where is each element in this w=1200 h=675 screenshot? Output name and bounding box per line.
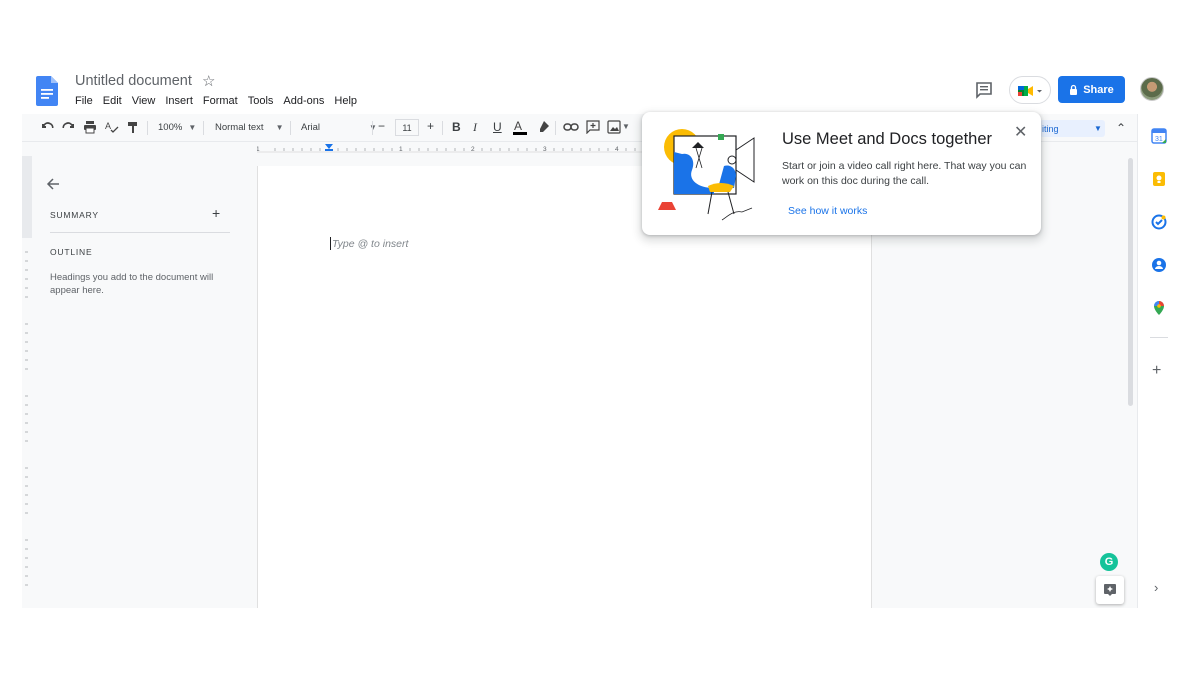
chevron-down-icon: ▼ bbox=[275, 123, 284, 132]
chevron-down-icon: ▼ bbox=[188, 123, 197, 132]
meet-promo-popup: Use Meet and Docs together Start or join… bbox=[642, 112, 1041, 235]
explore-button[interactable] bbox=[1096, 576, 1124, 604]
meet-icon bbox=[1018, 86, 1042, 96]
font-size-input[interactable]: 11 bbox=[395, 119, 419, 136]
meet-illustration bbox=[658, 129, 755, 221]
ruler-label: 1 bbox=[257, 146, 260, 153]
calendar-icon[interactable]: 31 bbox=[1151, 128, 1167, 144]
toolbar-separator bbox=[442, 121, 443, 135]
lock-icon bbox=[1070, 84, 1078, 95]
toolbar-separator bbox=[372, 121, 373, 135]
meet-button[interactable] bbox=[1009, 76, 1051, 104]
font-size-value: 11 bbox=[402, 122, 412, 133]
svg-text:A: A bbox=[105, 121, 111, 131]
style-value: Normal text bbox=[215, 122, 264, 133]
add-comment-icon[interactable] bbox=[586, 120, 600, 134]
comment-icon[interactable] bbox=[974, 80, 994, 100]
chevron-down-icon: ▼ bbox=[1094, 124, 1102, 133]
plus-icon[interactable]: + bbox=[1152, 362, 1161, 380]
popup-description: Start or join a video call right here. T… bbox=[782, 160, 1027, 187]
ruler-label: 2 bbox=[471, 146, 475, 153]
side-divider bbox=[1150, 337, 1168, 338]
summary-heading: SUMMARY bbox=[50, 210, 99, 220]
insert-placeholder: Type @ to insert bbox=[332, 238, 409, 250]
vertical-ruler bbox=[22, 156, 32, 586]
document-title[interactable]: Untitled document bbox=[75, 73, 192, 89]
text-cursor bbox=[330, 237, 331, 250]
text-color-icon[interactable]: A bbox=[512, 118, 528, 136]
menu-addons[interactable]: Add-ons bbox=[283, 95, 324, 107]
italic-icon[interactable]: I bbox=[473, 120, 477, 135]
scroll-thumb[interactable] bbox=[1128, 158, 1133, 406]
image-icon[interactable] bbox=[607, 120, 621, 134]
keep-icon[interactable] bbox=[1151, 171, 1167, 187]
chevron-right-icon[interactable]: › bbox=[1154, 580, 1158, 595]
increase-font-size-button[interactable]: + bbox=[427, 119, 434, 133]
toolbar-separator bbox=[555, 121, 556, 135]
panel-divider bbox=[50, 232, 230, 233]
zoom-select[interactable]: 100% ▼ bbox=[158, 122, 196, 133]
font-select[interactable]: Arial▼ bbox=[301, 122, 377, 133]
style-select[interactable]: Normal text ▼ bbox=[215, 122, 284, 133]
menu-help[interactable]: Help bbox=[334, 95, 357, 107]
popup-title: Use Meet and Docs together bbox=[782, 130, 993, 148]
menu-file[interactable]: File bbox=[75, 95, 93, 107]
editing-mode-label: iting bbox=[1042, 123, 1059, 134]
highlight-icon[interactable] bbox=[536, 120, 550, 134]
svg-text:31: 31 bbox=[1155, 136, 1163, 143]
avatar[interactable] bbox=[1140, 77, 1164, 101]
redo-icon[interactable] bbox=[62, 120, 76, 134]
outline-hint: Headings you add to the document will ap… bbox=[50, 272, 214, 296]
indent-marker-icon[interactable] bbox=[325, 144, 333, 149]
toolbar-separator bbox=[290, 121, 291, 135]
star-icon[interactable]: ☆ bbox=[202, 72, 215, 90]
menu-view[interactable]: View bbox=[132, 95, 156, 107]
undo-icon[interactable] bbox=[40, 120, 54, 134]
font-value: Arial bbox=[301, 122, 321, 133]
menu-format[interactable]: Format bbox=[203, 95, 238, 107]
vertical-scrollbar[interactable] bbox=[1126, 156, 1134, 608]
collapse-toolbar-icon[interactable]: ⌃ bbox=[1116, 121, 1126, 135]
document-outline-panel: SUMMARY + OUTLINE Headings you add to th… bbox=[34, 156, 256, 608]
menu-insert[interactable]: Insert bbox=[165, 95, 193, 107]
maps-icon[interactable] bbox=[1151, 300, 1167, 316]
menu-tools[interactable]: Tools bbox=[248, 95, 274, 107]
menu-edit[interactable]: Edit bbox=[103, 95, 122, 107]
ruler-label: 4 bbox=[615, 146, 619, 153]
ruler-label: 1 bbox=[399, 146, 403, 153]
grammarly-icon[interactable]: G bbox=[1100, 553, 1118, 571]
tasks-icon[interactable] bbox=[1151, 214, 1167, 230]
docs-logo-icon[interactable] bbox=[36, 76, 58, 106]
plus-icon[interactable]: + bbox=[212, 205, 220, 221]
svg-text:A: A bbox=[514, 119, 522, 133]
first-line-indent-marker[interactable] bbox=[325, 149, 333, 151]
explore-icon bbox=[1104, 584, 1116, 596]
ruler-label: 3 bbox=[543, 146, 547, 153]
zoom-value: 100% bbox=[158, 122, 183, 133]
back-arrow-icon[interactable] bbox=[45, 176, 61, 192]
toolbar-separator bbox=[203, 121, 204, 135]
chevron-down-icon: ▼ bbox=[622, 122, 630, 131]
toolbar-separator bbox=[147, 121, 148, 135]
link-icon[interactable] bbox=[563, 120, 579, 134]
share-label: Share bbox=[1083, 83, 1114, 96]
bold-icon[interactable]: B bbox=[452, 120, 461, 134]
decrease-font-size-button[interactable]: − bbox=[378, 119, 385, 133]
image-dropdown[interactable]: ▼ bbox=[622, 122, 630, 131]
share-button[interactable]: Share bbox=[1058, 76, 1125, 103]
menu-bar: File Edit View Insert Format Tools Add-o… bbox=[75, 95, 357, 107]
contacts-icon[interactable] bbox=[1151, 257, 1167, 273]
side-panel: 31 + › bbox=[1137, 114, 1180, 608]
spellcheck-icon[interactable]: A bbox=[105, 120, 119, 134]
underline-icon[interactable]: U bbox=[493, 120, 502, 134]
outline-heading: OUTLINE bbox=[50, 247, 93, 257]
see-how-it-works-link[interactable]: See how it works bbox=[788, 205, 867, 217]
print-icon[interactable] bbox=[83, 120, 97, 134]
close-icon[interactable]: ✕ bbox=[1014, 122, 1027, 142]
app-header: Untitled document ☆ File Edit View Inser… bbox=[22, 68, 1180, 114]
paint-format-icon[interactable] bbox=[126, 120, 140, 134]
